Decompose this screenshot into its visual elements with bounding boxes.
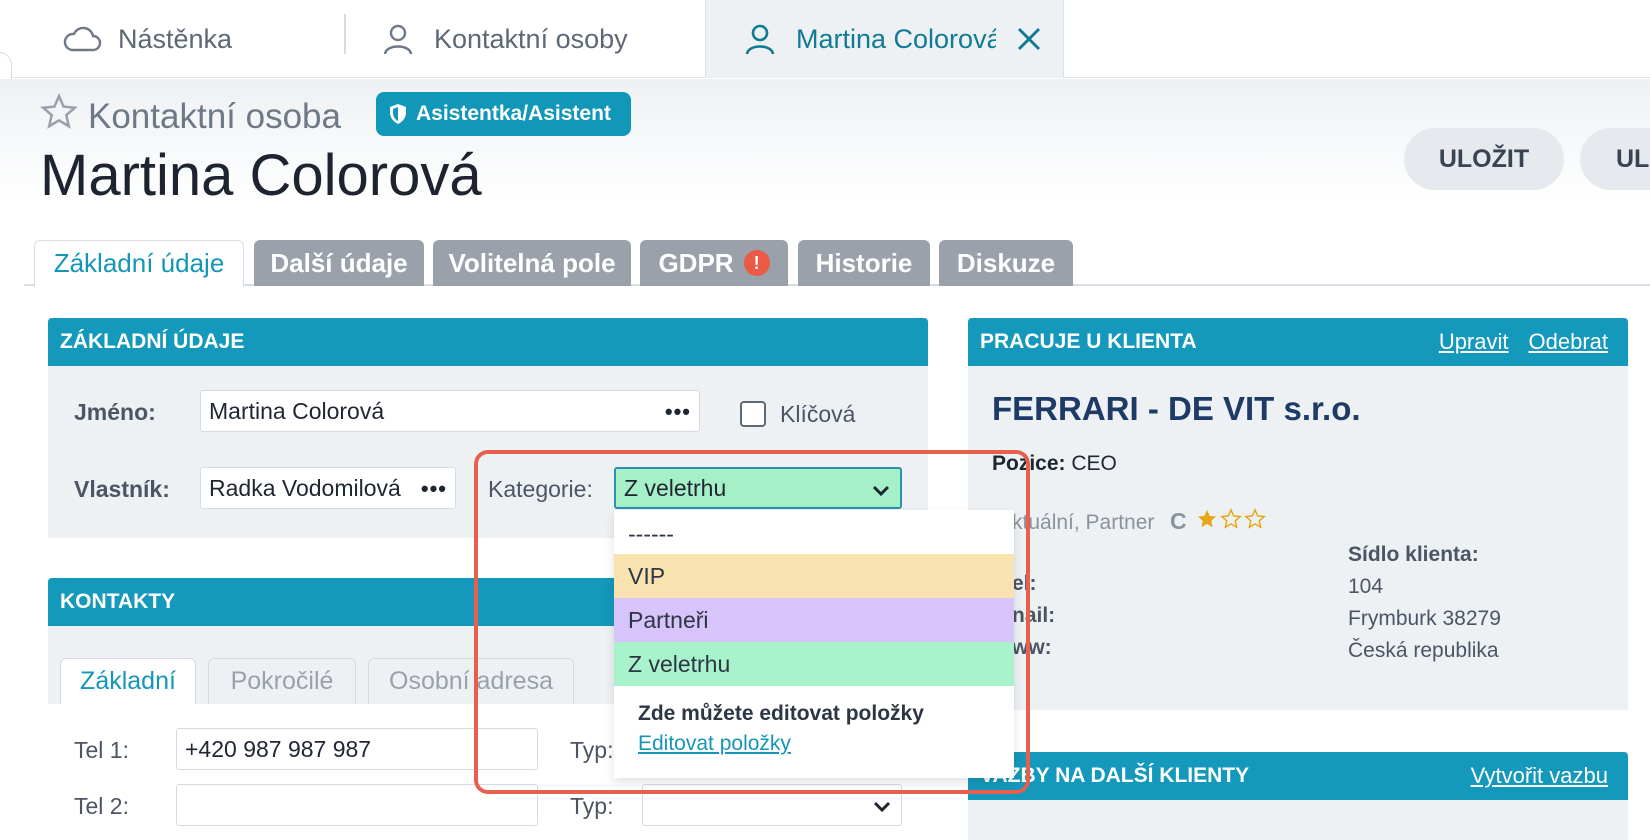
tel1-value: +420 987 987 987 (185, 735, 372, 762)
top-tab-bar: Nástěnka Kontaktní osoby Martina Colorov… (0, 0, 1650, 78)
save-button[interactable]: ULOŽIT (1404, 128, 1564, 190)
chevron-down-icon (871, 795, 893, 823)
star-empty-icon (1220, 508, 1242, 529)
tab-separator (344, 14, 346, 54)
favorite-star-icon[interactable] (40, 93, 78, 140)
tel1-label: Tel 1: (74, 737, 129, 763)
owner-label: Vlastník: (74, 476, 170, 502)
client-tags: ktuální, Partner (1012, 511, 1155, 534)
page-title: Martina Colorová (40, 143, 482, 208)
tab-gdpr[interactable]: GDPR ! (640, 240, 788, 286)
owner-value: Radka Vodomilová (209, 474, 401, 501)
client-heading-text: PRACUJE U KLIENTA (980, 330, 1197, 353)
contacts-heading-text: KONTAKTY (60, 590, 176, 613)
tab-contacts[interactable]: Kontaktní osoby (378, 0, 628, 78)
tel2-label: Tel 2: (74, 793, 129, 819)
more-options-icon[interactable]: ••• (665, 399, 691, 425)
tab-contacts-advanced[interactable]: Pokročilé (208, 658, 356, 704)
close-icon[interactable] (1016, 26, 1042, 52)
role-badge-label: Asistentka/Asistent (416, 102, 611, 125)
name-field[interactable]: Martina Colorová ••• (200, 390, 700, 432)
tab-martina-label: Martina Colorová (796, 23, 996, 54)
type2-label: Typ: (570, 793, 614, 819)
client-seat-line1: 104 (1348, 575, 1384, 598)
tab-contacts-basic[interactable]: Základní (60, 658, 196, 704)
tab-discussion[interactable]: Diskuze (939, 240, 1073, 286)
more-options-icon[interactable]: ••• (421, 476, 447, 502)
user-icon (740, 19, 780, 59)
basic-info-heading-text: ZÁKLADNÍ ÚDAJE (60, 330, 245, 353)
create-relation-link[interactable]: Vytvořit vazbu (1471, 763, 1608, 789)
tab-martina-colorova[interactable]: Martina Colorová (705, 0, 1064, 78)
star-empty-icon (1244, 508, 1266, 529)
tab-gdpr-label: GDPR (658, 247, 734, 278)
name-label: Jméno: (74, 399, 156, 425)
position-value: CEO (1071, 452, 1117, 475)
client-name[interactable]: FERRARI - DE VIT s.r.o. (992, 390, 1361, 428)
record-type: Kontaktní osoba (40, 93, 341, 140)
client-heading: PRACUJE U KLIENTA Upravit Odebrat (968, 318, 1628, 366)
tab-more-info[interactable]: Další údaje (254, 240, 424, 286)
tab-history[interactable]: Historie (798, 240, 930, 286)
client-seat-line2: Frymburk 38279 (1348, 607, 1501, 630)
key-contact-checkbox[interactable] (740, 401, 766, 427)
client-grade: C (1170, 508, 1187, 534)
role-badge: Asistentka/Asistent (376, 92, 631, 136)
tab-dashboard-label: Nástěnka (118, 23, 233, 54)
relations-heading: VAZBY NA DALŠÍ KLIENTY Vytvořit vazbu (968, 752, 1628, 800)
highlight-frame (474, 450, 1030, 794)
remove-client-link[interactable]: Odebrat (1529, 329, 1609, 355)
tab-dashboard[interactable]: Nástěnka (62, 0, 232, 78)
warning-icon: ! (743, 250, 770, 276)
record-type-label: Kontaktní osoba (88, 96, 341, 136)
client-seat-line3: Česká republika (1348, 639, 1499, 662)
star-filled-icon (1197, 509, 1217, 528)
basic-info-heading: ZÁKLADNÍ ÚDAJE (48, 318, 928, 366)
tab-basic-info[interactable]: Základní údaje (34, 240, 244, 288)
tab-custom-fields[interactable]: Volitelná pole (433, 240, 631, 286)
tab-contacts-label: Kontaktní osoby (434, 23, 628, 54)
edit-client-link[interactable]: Upravit (1439, 329, 1509, 355)
name-value: Martina Colorová (209, 397, 385, 424)
user-icon (378, 19, 418, 59)
owner-field[interactable]: Radka Vodomilová ••• (200, 467, 456, 509)
client-seat-label: Sídlo klienta: (1348, 543, 1479, 566)
key-contact-label: Klíčová (780, 401, 856, 427)
relations-panel: VAZBY NA DALŠÍ KLIENTY Vytvořit vazbu (968, 752, 1628, 840)
rating-stars (1196, 508, 1266, 530)
save-and-close-button[interactable]: UL (1580, 128, 1650, 190)
cloud-icon (62, 19, 102, 59)
main-tabs: Základní údaje Další údaje Volitelná pol… (24, 240, 1650, 288)
shield-icon (388, 103, 408, 125)
